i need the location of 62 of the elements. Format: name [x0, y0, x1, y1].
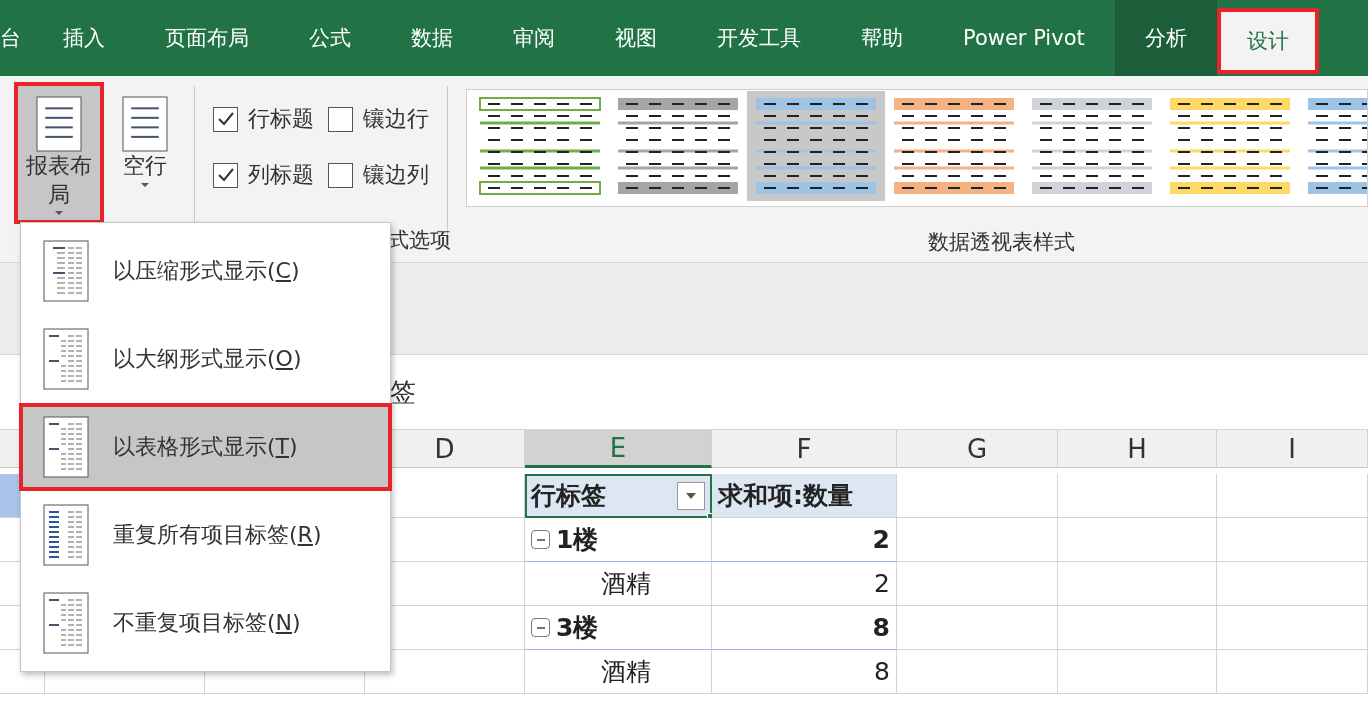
menu-item[interactable]: 不重复项目标签(N)	[19, 579, 392, 667]
layout-icon	[43, 328, 89, 390]
layout-icon	[36, 96, 82, 152]
collapse-icon[interactable]	[531, 530, 550, 549]
table-cell: 3楼	[525, 606, 712, 650]
option-checkbox[interactable]: 列标题	[213, 160, 314, 190]
option-checkbox[interactable]: 镶边列	[328, 160, 429, 190]
column-header[interactable]: E	[525, 430, 712, 468]
caret-icon	[53, 209, 65, 218]
table-cell: 1楼	[525, 518, 712, 562]
ribbon-tab[interactable]: 数据	[381, 0, 483, 76]
blank-rows-button[interactable]: 空行	[114, 82, 176, 224]
filter-dropdown-button[interactable]	[677, 482, 705, 510]
option-checkbox[interactable]: 镶边行	[328, 104, 429, 134]
column-header[interactable]: I	[1217, 430, 1368, 468]
style-swatch[interactable]	[747, 91, 885, 201]
ribbon-tab[interactable]: 视图	[585, 0, 687, 76]
ribbon-tab[interactable]: 页面布局	[135, 0, 279, 76]
report-layout-button[interactable]: 报表布局	[14, 82, 104, 224]
table-style-icon	[892, 96, 1016, 196]
ribbon-tab[interactable]: 插入	[33, 0, 135, 76]
layout-icon	[122, 96, 168, 152]
menu-item[interactable]: 以表格形式显示(T)	[19, 403, 392, 491]
column-header[interactable]: F	[712, 430, 897, 468]
table-style-icon	[478, 96, 602, 196]
ribbon-tab[interactable]: 公式	[279, 0, 381, 76]
menu-item[interactable]: 以大纲形式显示(O)	[19, 315, 392, 403]
ribbon-tab[interactable]: 台	[0, 0, 33, 76]
formula-text: 签	[390, 375, 416, 409]
ribbon-tab[interactable]: 开发工具	[687, 0, 831, 76]
ribbon-tab[interactable]: 帮助	[831, 0, 933, 76]
option-checkbox[interactable]: 行标题	[213, 104, 314, 134]
table-style-icon	[754, 96, 878, 196]
table-cell: 行标签	[525, 474, 712, 518]
table-cell: 酒精	[525, 650, 712, 694]
menu-item[interactable]: 重复所有项目标签(R)	[19, 491, 392, 579]
table-cell: 2	[712, 562, 897, 606]
menu-item[interactable]: 以压缩形式显示(C)	[19, 227, 392, 315]
table-cell: 2	[712, 518, 897, 562]
column-header[interactable]: G	[897, 430, 1058, 468]
group-label: 数据透视表样式	[928, 229, 1075, 256]
collapse-icon[interactable]	[531, 618, 550, 637]
column-header[interactable]: H	[1058, 430, 1217, 468]
ribbon-tab[interactable]: 分析	[1114, 0, 1217, 76]
layout-icon	[43, 416, 89, 478]
table-style-icon	[1030, 96, 1154, 196]
layout-icon	[43, 504, 89, 566]
table-style-icon	[616, 96, 740, 196]
table-cell: 8	[712, 606, 897, 650]
checkmark-icon	[216, 111, 235, 127]
caret-icon	[139, 180, 151, 189]
ribbon-tab[interactable]: 设计	[1216, 8, 1319, 74]
ribbon-tab[interactable]: 审阅	[483, 0, 585, 76]
table-cell: 8	[712, 650, 897, 694]
table-style-icon	[1168, 96, 1292, 196]
layout-icon	[43, 592, 89, 654]
ribbon-tab[interactable]: Power Pivot	[933, 0, 1115, 76]
table-cell: 求和项:数量	[712, 474, 897, 518]
checkmark-icon	[216, 167, 235, 183]
table-cell: 酒精	[525, 562, 712, 606]
caret-icon	[685, 492, 697, 500]
layout-icon	[43, 240, 89, 302]
